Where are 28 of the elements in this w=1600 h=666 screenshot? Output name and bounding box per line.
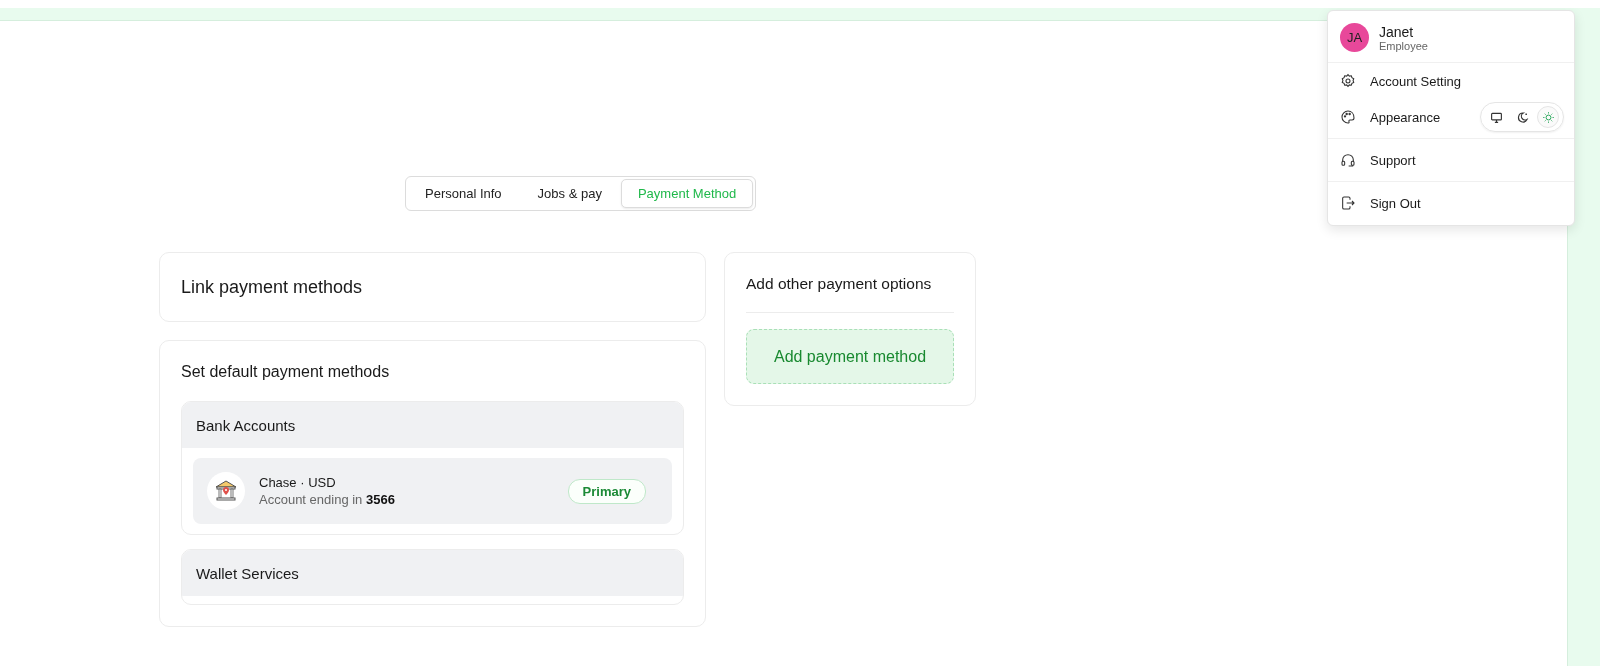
user-name: Janet — [1379, 23, 1415, 40]
add-payment-button[interactable]: Add payment method — [746, 329, 954, 384]
menu-item[interactable]: Support — [1328, 142, 1574, 178]
tab[interactable]: Personal Info — [408, 179, 519, 208]
menu-item[interactable]: Appearance — [1328, 99, 1574, 135]
tab[interactable]: Jobs & pay — [520, 179, 619, 208]
menu-item[interactable]: Sign Out — [1328, 185, 1574, 221]
menu-label: Sign Out — [1370, 195, 1422, 211]
menu-label: Appearance — [1370, 109, 1442, 125]
settings-icon — [1340, 73, 1356, 89]
card-title: Link payment methods — [181, 276, 363, 298]
card-title: Set default payment methods — [181, 363, 391, 381]
menu-label: Support — [1370, 152, 1417, 168]
group-title: Wallet Services — [196, 564, 299, 582]
account-row[interactable]: Chase · USD Account ending in 3566 Primary — [193, 458, 672, 524]
group-title: Bank Accounts — [196, 416, 296, 434]
account-detail: Account ending in 3566 — [259, 492, 396, 507]
headset-icon — [1340, 152, 1356, 168]
sign-out-icon — [1340, 195, 1356, 211]
primary-badge: Primary — [567, 478, 646, 504]
menu-item[interactable]: Account Setting — [1328, 63, 1574, 99]
user-role: Employee — [1379, 39, 1428, 52]
bank-icon — [207, 472, 245, 510]
menu-label: Account Setting — [1370, 73, 1463, 89]
avatar: JA — [1340, 23, 1369, 52]
palette-icon — [1340, 109, 1356, 125]
card-title: Add other payment options — [746, 275, 933, 293]
account-name: Chase · USD — [259, 475, 337, 490]
